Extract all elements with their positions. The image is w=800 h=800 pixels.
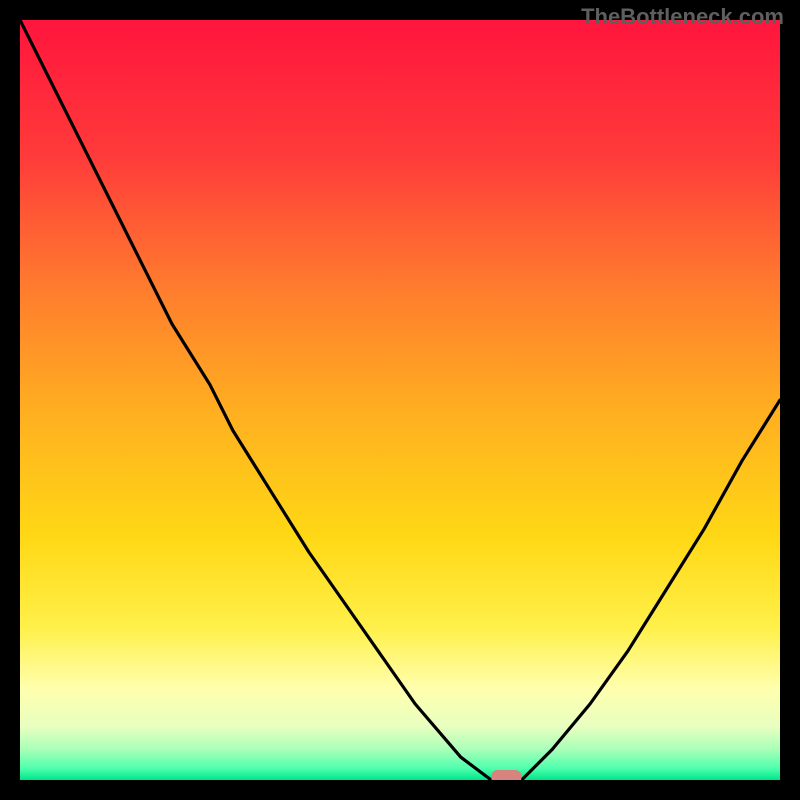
optimal-marker: [491, 770, 521, 780]
chart-background: [20, 20, 780, 780]
chart-svg: [20, 20, 780, 780]
watermark-text: TheBottleneck.com: [581, 4, 784, 30]
chart-plot-area: [20, 20, 780, 780]
